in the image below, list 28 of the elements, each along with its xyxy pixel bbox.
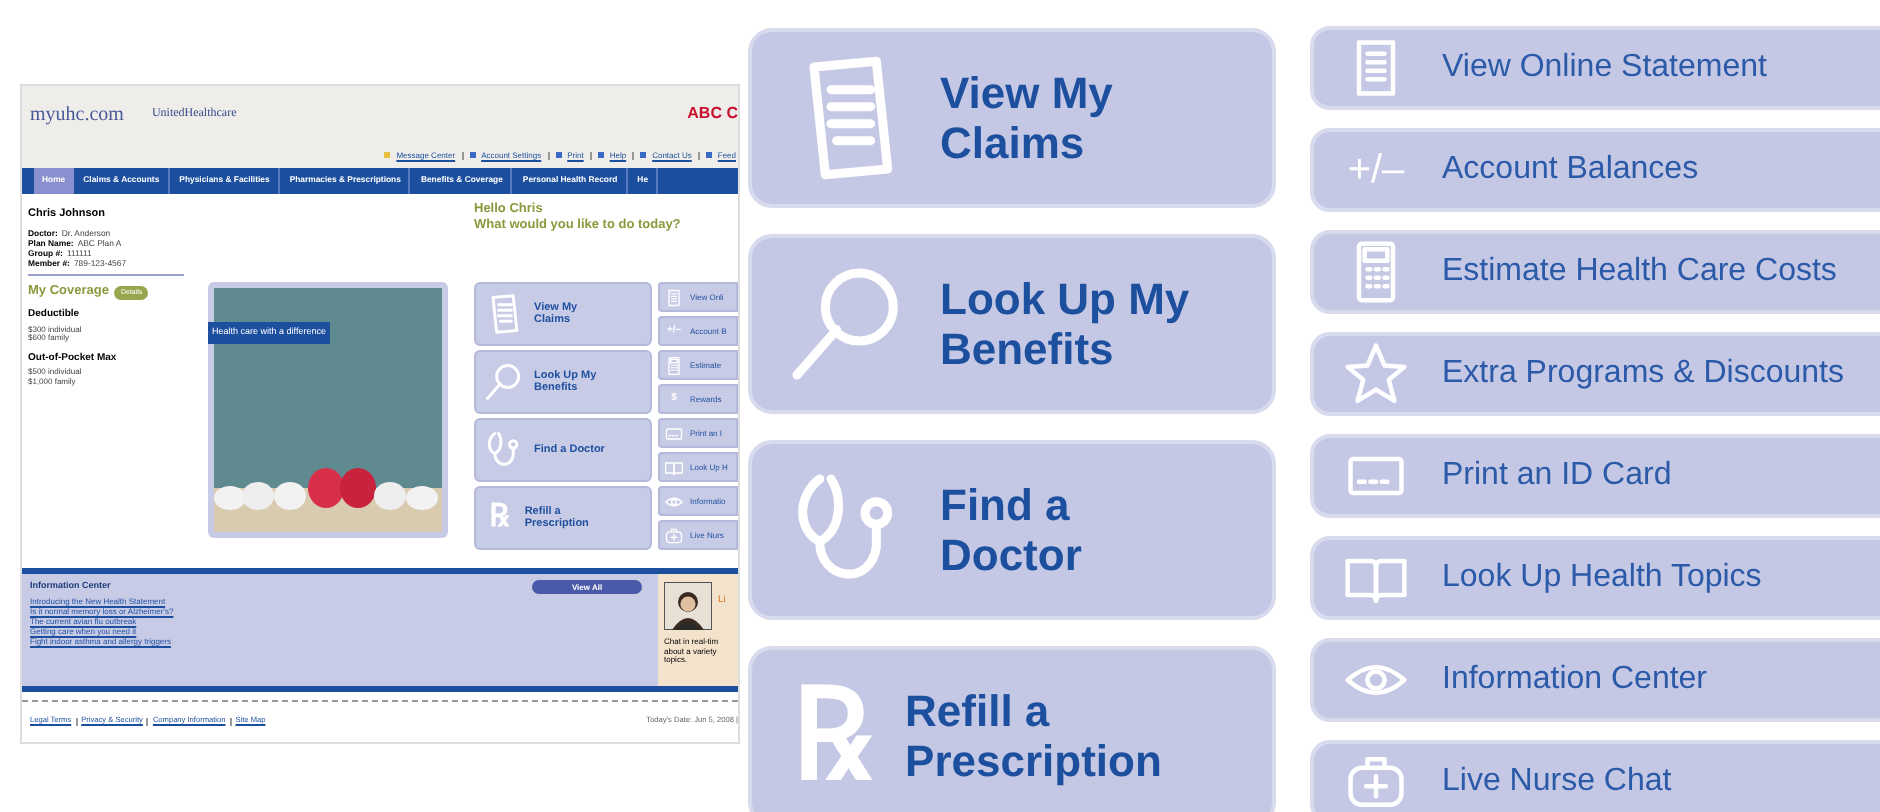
document-icon [664,287,684,307]
symbol-icon: ℞ [780,672,882,800]
link-bullet-icon [384,152,391,158]
site-logo[interactable]: myuhc.com [30,99,124,129]
medical-kit-icon [664,525,684,545]
link-bullet-icon [469,152,476,158]
link-bullet-icon [705,152,712,158]
action-button[interactable]: Find a Doctor [748,440,1276,620]
symbol-icon: +/– [1338,150,1414,190]
action-button[interactable]: Print an ID Card [1310,434,1880,518]
action-button[interactable]: Information Center [1310,638,1880,722]
card-icon [664,423,684,443]
link-bullet-icon [640,152,647,158]
action-button[interactable]: View My Claims [748,28,1276,208]
action-button[interactable]: Estimate Health Care Costs [1310,230,1880,314]
action-button[interactable]: View Online Statement [1310,26,1880,110]
action-button[interactable]: +/– Account Balances [1310,128,1880,212]
symbol-icon: ℞ [482,502,517,534]
action-button[interactable]: Extra Programs & Discounts [1310,332,1880,416]
link-bullet-icon [555,152,562,158]
calculator-icon [664,355,684,375]
link-bullet-icon [597,152,604,158]
book-icon [664,457,684,477]
action-button[interactable]: Look Up My Benefits [748,234,1276,414]
action-button[interactable]: Look Up Health Topics [1310,536,1880,620]
action-button[interactable]: Live Nurse Chat [1310,740,1880,812]
magnifier-icon [482,360,526,404]
employer-logo: ABC C [687,102,738,126]
